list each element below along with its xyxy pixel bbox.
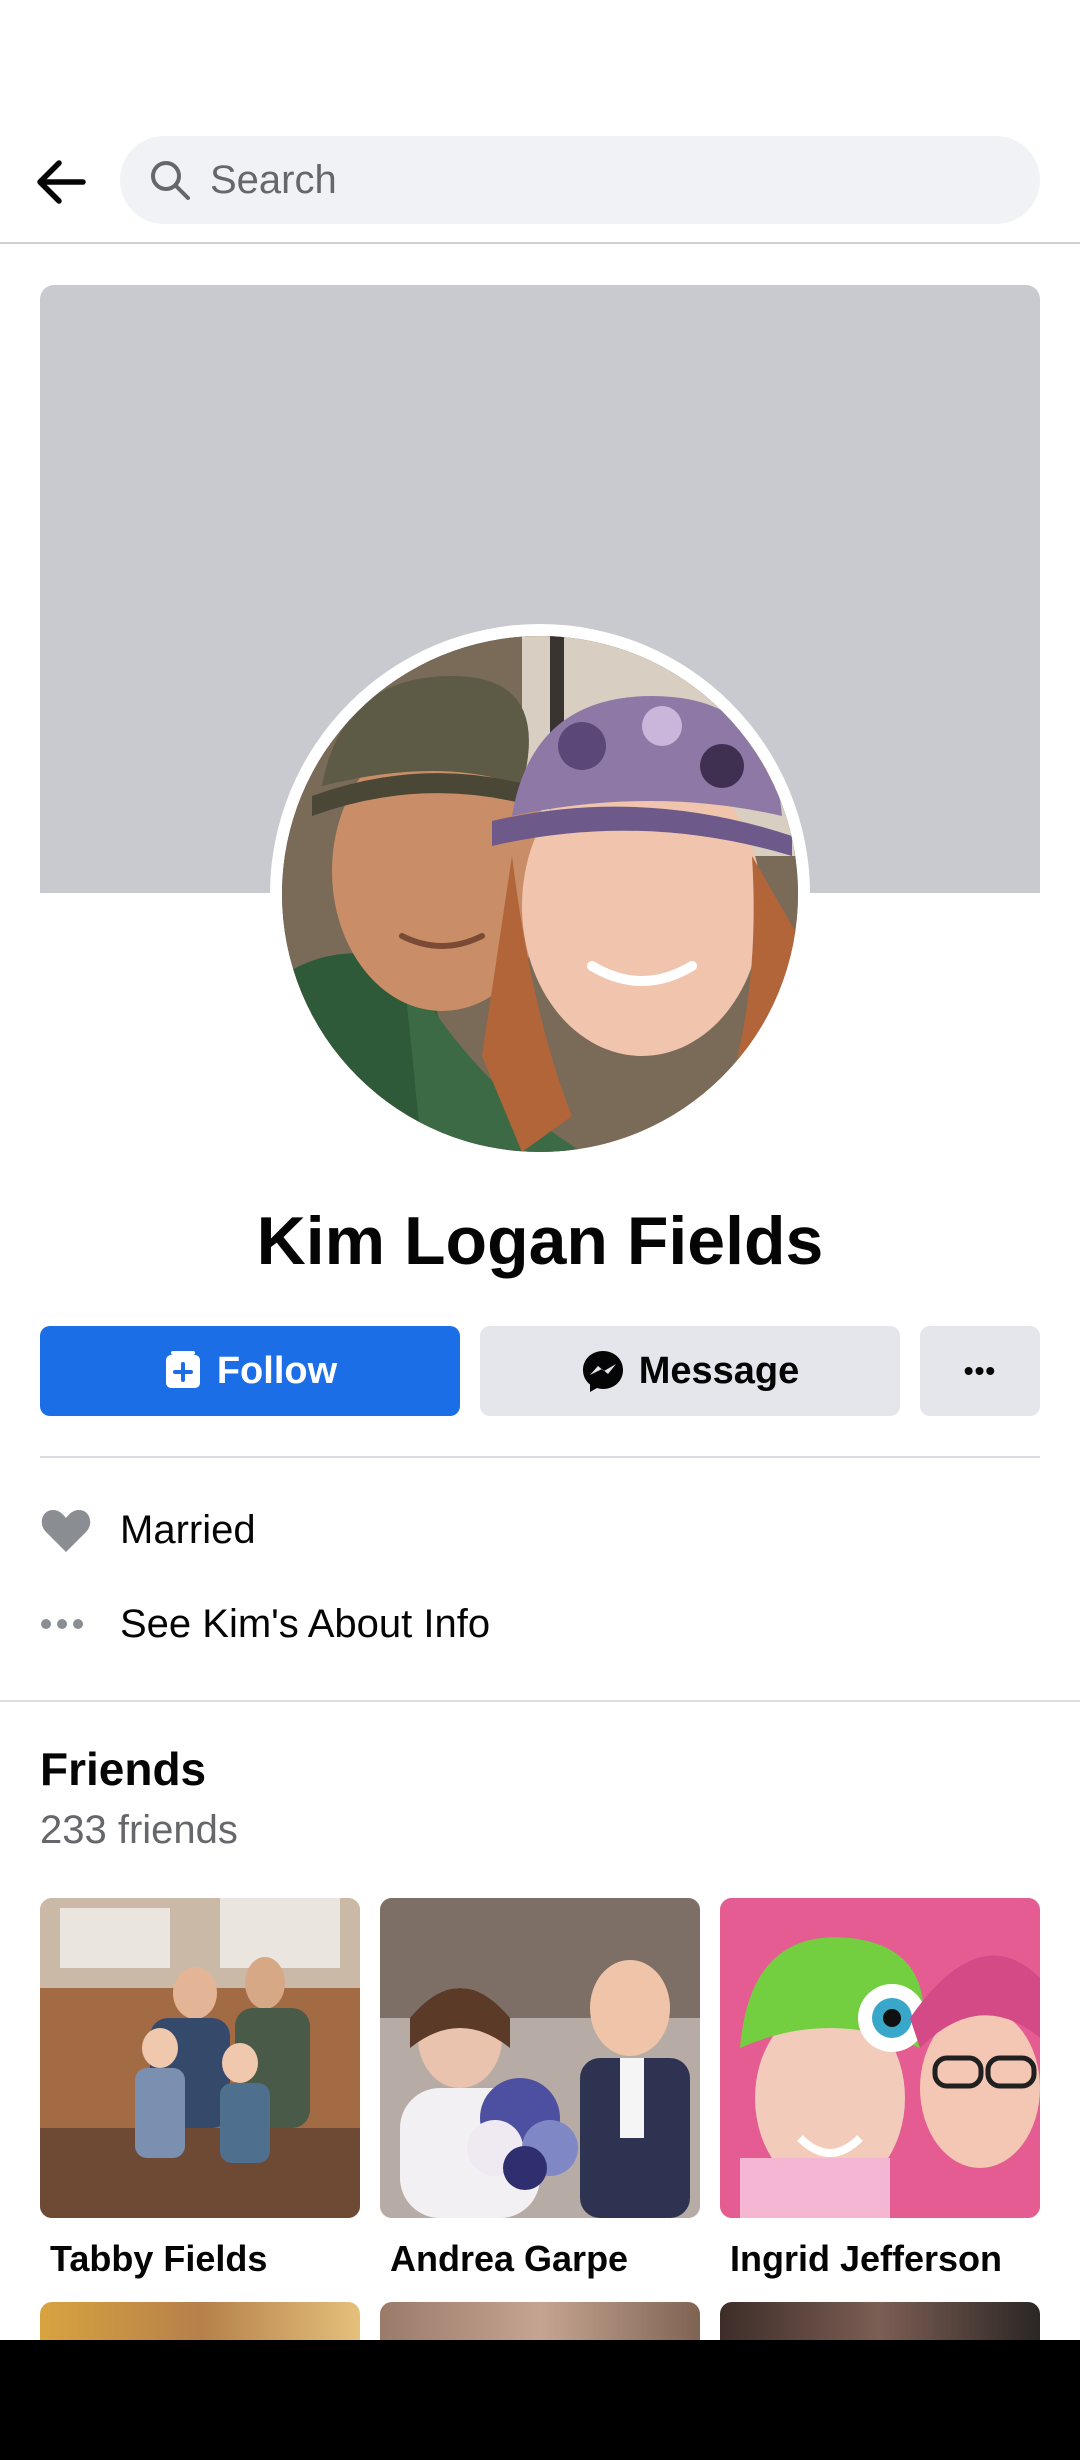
- friend-name[interactable]: Tabby Fields: [40, 2238, 360, 2280]
- profile-picture[interactable]: [270, 624, 810, 1164]
- back-button[interactable]: [28, 150, 92, 214]
- messenger-icon: [582, 1351, 623, 1392]
- profile-photo-image: [282, 636, 798, 1152]
- search-input[interactable]: [210, 157, 910, 203]
- friend-card[interactable]: Tabby Fields: [40, 1898, 360, 2280]
- follow-icon: [165, 1351, 200, 1388]
- friend-photo[interactable]: [720, 1898, 1040, 2218]
- about-info-link[interactable]: See Kim's About Info: [40, 1594, 490, 1654]
- friend-photo-partial[interactable]: [380, 2302, 700, 2342]
- friend-name[interactable]: Andrea Garpe: [380, 2238, 700, 2280]
- more-dots-icon: [41, 1619, 83, 1629]
- friend-photo[interactable]: [380, 1898, 700, 2218]
- friend-name[interactable]: Ingrid Jefferson: [720, 2238, 1040, 2280]
- friends-count: 233 friends: [40, 1808, 238, 1852]
- system-navigation-bar: [0, 2340, 1080, 2460]
- friends-heading[interactable]: Friends: [40, 1742, 206, 1796]
- relationship-status: Married: [120, 1507, 256, 1552]
- about-info-label: See Kim's About Info: [120, 1601, 491, 1646]
- friend-card[interactable]: Ingrid Jefferson: [720, 1898, 1040, 2280]
- more-options-button[interactable]: •••: [920, 1326, 1040, 1416]
- friend-photo-partial[interactable]: [720, 2302, 1040, 2342]
- arrow-left-icon: [37, 160, 86, 204]
- friend-card[interactable]: Andrea Garpe: [380, 1898, 700, 2280]
- profile-name: Kim Logan Fields: [256, 1203, 824, 1279]
- message-button[interactable]: Message: [480, 1326, 900, 1416]
- follow-button[interactable]: Follow: [40, 1326, 460, 1416]
- friend-photo[interactable]: [40, 1898, 360, 2218]
- friend-photo-partial[interactable]: [40, 2302, 360, 2342]
- relationship-row: Married: [40, 1500, 256, 1560]
- search-icon: [151, 161, 190, 200]
- top-bar: [0, 0, 1080, 244]
- section-divider: [0, 1700, 1080, 1702]
- profile-page: Kim Logan Fields Follow Message ••• Marr…: [0, 0, 1080, 2460]
- message-label: Message: [638, 1349, 800, 1392]
- heart-icon: [41, 1510, 91, 1552]
- more-icon: •••: [963, 1355, 997, 1386]
- follow-label: Follow: [216, 1349, 338, 1392]
- search-bar[interactable]: [120, 136, 1040, 224]
- divider: [40, 1456, 1040, 1458]
